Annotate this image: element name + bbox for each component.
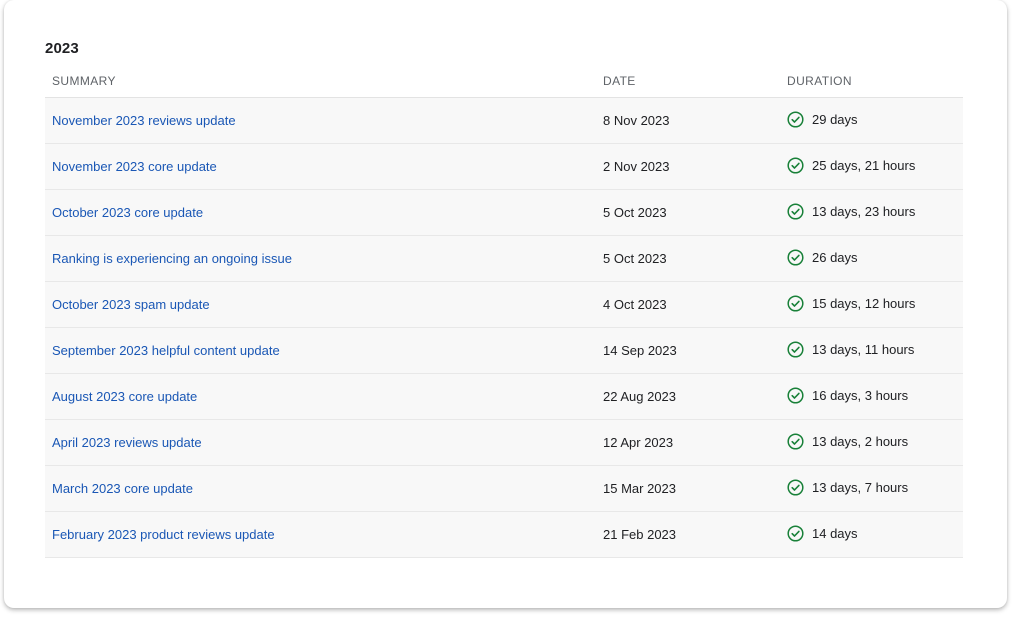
incident-duration: 13 days, 7 hours bbox=[787, 479, 908, 496]
incident-summary-link[interactable]: October 2023 spam update bbox=[52, 297, 210, 312]
incident-summary-link[interactable]: October 2023 core update bbox=[52, 205, 203, 220]
incident-summary-link[interactable]: February 2023 product reviews update bbox=[52, 527, 275, 542]
table-body: November 2023 reviews update 8 Nov 2023 29… bbox=[45, 98, 963, 558]
table-row: March 2023 core update 15 Mar 2023 13 days… bbox=[45, 466, 963, 512]
incident-duration: 15 days, 12 hours bbox=[787, 295, 915, 312]
incident-duration: 13 days, 11 hours bbox=[787, 341, 914, 358]
table-row: February 2023 product reviews update 21 F… bbox=[45, 512, 963, 558]
check-circle-icon bbox=[787, 157, 804, 174]
column-header-summary: SUMMARY bbox=[52, 74, 116, 88]
incident-duration: 25 days, 21 hours bbox=[787, 157, 915, 174]
incident-history-card: 2023 SUMMARY DATE DURATION November 2023… bbox=[4, 0, 1007, 608]
check-circle-icon bbox=[787, 295, 804, 312]
incident-date: 4 Oct 2023 bbox=[603, 297, 667, 312]
table-row: November 2023 core update 2 Nov 2023 25 da… bbox=[45, 144, 963, 190]
incident-date: 14 Sep 2023 bbox=[603, 343, 677, 358]
table-row: Ranking is experiencing an ongoing issue… bbox=[45, 236, 963, 282]
incident-summary-link[interactable]: August 2023 core update bbox=[52, 389, 197, 404]
check-circle-icon bbox=[787, 341, 804, 358]
incident-duration: 16 days, 3 hours bbox=[787, 387, 908, 404]
check-circle-icon bbox=[787, 433, 804, 450]
column-header-duration: DURATION bbox=[787, 74, 852, 88]
check-circle-icon bbox=[787, 249, 804, 266]
check-circle-icon bbox=[787, 479, 804, 496]
table-header: SUMMARY DATE DURATION bbox=[45, 64, 963, 98]
incident-date: 21 Feb 2023 bbox=[603, 527, 677, 542]
incident-duration-text: 13 days, 11 hours bbox=[812, 342, 915, 357]
incident-table: SUMMARY DATE DURATION November 2023 revi… bbox=[45, 64, 963, 558]
incident-duration-text: 15 days, 12 hours bbox=[812, 296, 916, 311]
incident-date: 5 Oct 2023 bbox=[603, 205, 667, 220]
table-row: April 2023 reviews update 12 Apr 2023 13 d… bbox=[45, 420, 963, 466]
incident-duration-text: 25 days, 21 hours bbox=[812, 158, 916, 173]
incident-summary-link[interactable]: Ranking is experiencing an ongoing issue bbox=[52, 251, 292, 266]
incident-duration: 13 days, 23 hours bbox=[787, 203, 915, 220]
incident-date: 5 Oct 2023 bbox=[603, 251, 667, 266]
incident-duration-text: 16 days, 3 hours bbox=[812, 388, 909, 403]
incident-summary-link[interactable]: November 2023 reviews update bbox=[52, 113, 236, 128]
table-row: October 2023 core update 5 Oct 2023 13 day… bbox=[45, 190, 963, 236]
incident-duration-text: 29 days bbox=[812, 112, 858, 127]
incident-duration-text: 14 days bbox=[812, 526, 858, 541]
incident-duration: 26 days bbox=[787, 249, 858, 266]
incident-summary-link[interactable]: April 2023 reviews update bbox=[52, 435, 202, 450]
incident-duration-text: 26 days bbox=[812, 250, 858, 265]
incident-date: 8 Nov 2023 bbox=[603, 113, 670, 128]
check-circle-icon bbox=[787, 387, 804, 404]
check-circle-icon bbox=[787, 525, 804, 542]
incident-duration: 29 days bbox=[787, 111, 858, 128]
table-row: September 2023 helpful content update 14 … bbox=[45, 328, 963, 374]
incident-duration-text: 13 days, 7 hours bbox=[812, 480, 909, 495]
table-row: November 2023 reviews update 8 Nov 2023 29… bbox=[45, 98, 963, 144]
incident-duration: 14 days bbox=[787, 525, 858, 542]
incident-date: 15 Mar 2023 bbox=[603, 481, 676, 496]
incident-summary-link[interactable]: September 2023 helpful content update bbox=[52, 343, 280, 358]
section-year-heading: 2023 bbox=[45, 40, 79, 57]
check-circle-icon bbox=[787, 203, 804, 220]
column-header-date: DATE bbox=[603, 74, 636, 88]
incident-summary-link[interactable]: November 2023 core update bbox=[52, 159, 217, 174]
incident-duration-text: 13 days, 23 hours bbox=[812, 204, 916, 219]
table-row: August 2023 core update 22 Aug 2023 16 day… bbox=[45, 374, 963, 420]
check-circle-icon bbox=[787, 111, 804, 128]
incident-duration-text: 13 days, 2 hours bbox=[812, 434, 909, 449]
incident-summary-link[interactable]: March 2023 core update bbox=[52, 481, 193, 496]
table-row: October 2023 spam update 4 Oct 2023 15 day… bbox=[45, 282, 963, 328]
incident-date: 2 Nov 2023 bbox=[603, 159, 670, 174]
incident-date: 12 Apr 2023 bbox=[603, 435, 674, 450]
incident-date: 22 Aug 2023 bbox=[603, 389, 677, 404]
incident-duration: 13 days, 2 hours bbox=[787, 433, 908, 450]
